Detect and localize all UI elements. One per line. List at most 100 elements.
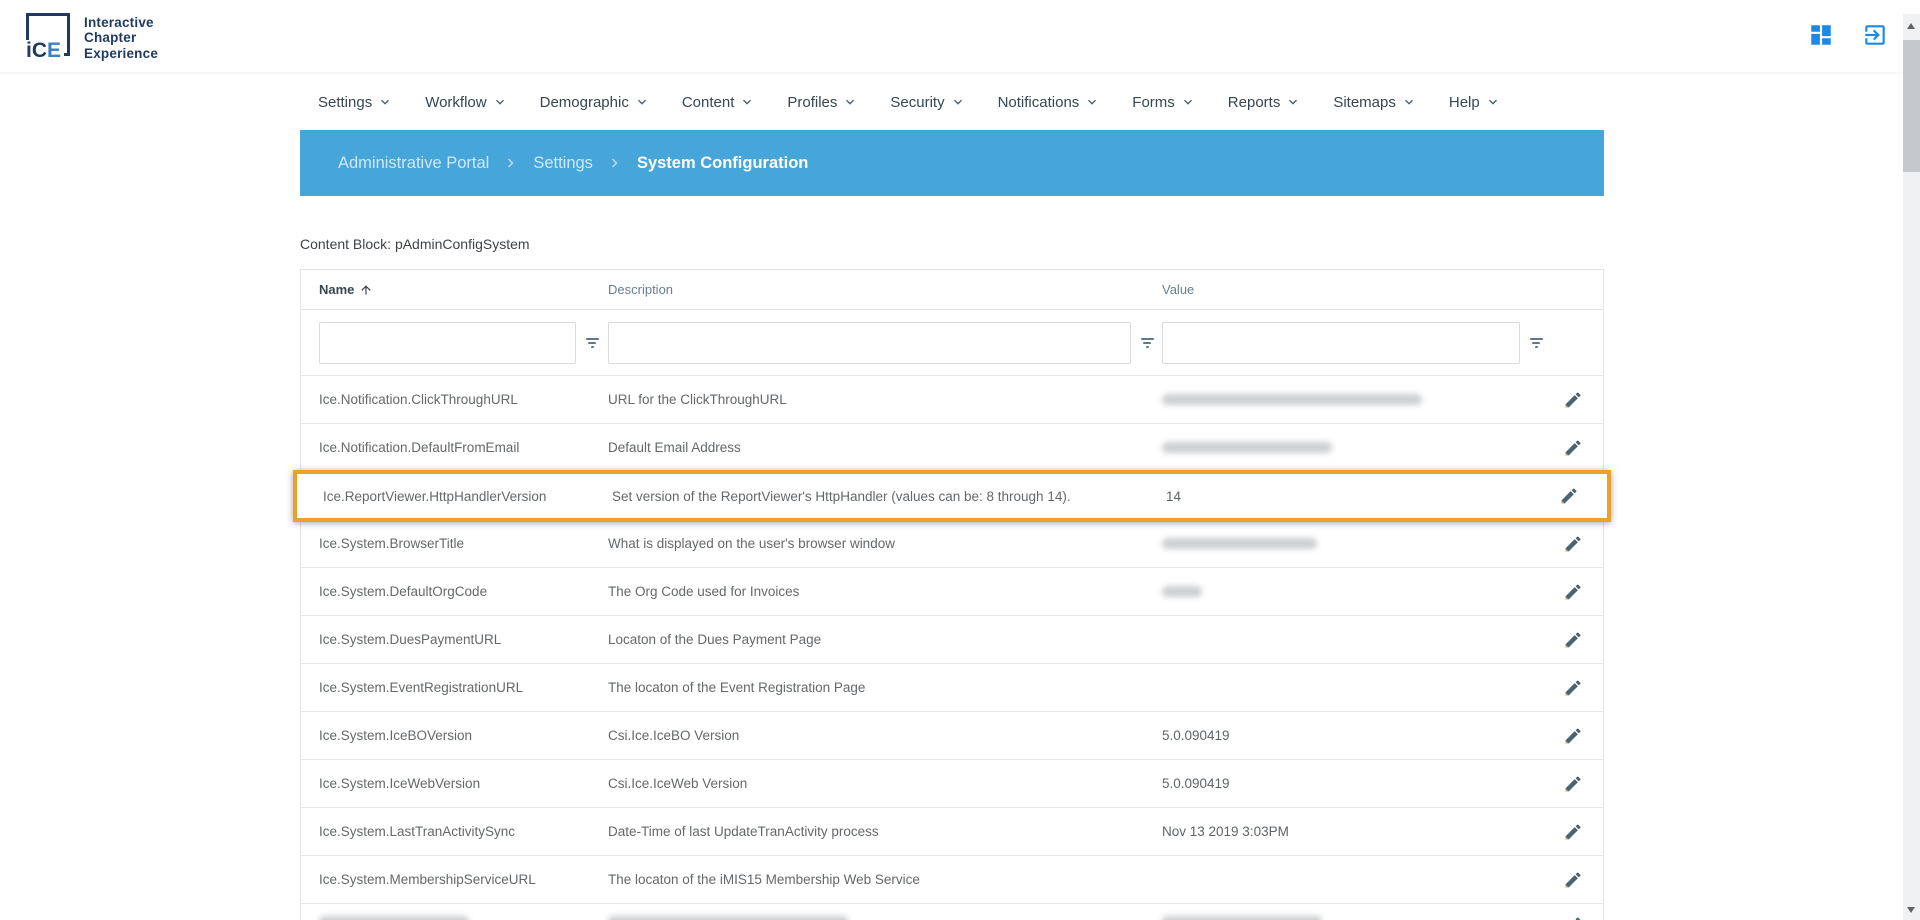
chevron-down-icon [1285,94,1301,110]
setting-description: Csi.Ice.IceWeb Version [608,776,1162,791]
table-body: Ice.Notification.ClickThroughURL URL for… [301,376,1603,920]
setting-value: 5.0.090419 [1162,776,1547,791]
column-header-description-label: Description [608,282,673,297]
nav-item-settings[interactable]: Settings [318,94,393,111]
nav-item-notifications[interactable]: Notifications [998,94,1101,111]
table-row: Ice.System.IceWebVersion Csi.Ice.IceWeb … [301,760,1603,808]
setting-value: 14 [1166,489,1551,504]
chevron-down-icon [950,94,966,110]
nav-item-content[interactable]: Content [682,94,756,111]
setting-value [1162,394,1547,405]
main-content: Content Block: pAdminConfigSystem Name D… [300,236,1604,920]
nav-item-reports[interactable]: Reports [1228,94,1302,111]
nav-item-demographic[interactable]: Demographic [540,94,650,111]
edit-pencil-icon[interactable] [1563,774,1583,794]
edit-pencil-icon[interactable] [1559,486,1579,506]
row-actions [1547,390,1603,410]
logo-mark: iCE [26,40,64,61]
edit-pencil-icon[interactable] [1563,582,1583,602]
setting-description: Locaton of the Dues Payment Page [608,632,1162,647]
nav-item-label: Content [682,94,735,111]
filter-icon[interactable] [585,337,599,349]
table-row: Ice.System.LastTranActivitySync Date-Tim… [301,808,1603,856]
value-filter-input[interactable] [1162,322,1520,364]
breadcrumb: Administrative Portal Settings System Co… [300,130,1604,196]
filter-icon[interactable] [1529,337,1543,349]
edit-pencil-icon[interactable] [1563,438,1583,458]
nav-item-security[interactable]: Security [890,94,965,111]
nav-item-label: Profiles [787,94,837,111]
edit-pencil-icon[interactable] [1563,822,1583,842]
row-actions [1547,726,1603,746]
setting-name [319,904,608,920]
scrollbar-thumb[interactable] [1903,40,1920,172]
chevron-right-icon [606,154,624,172]
redacted-value [1162,916,1322,920]
redacted-value [1162,394,1422,405]
row-actions [1547,630,1603,650]
app-logo[interactable]: iCE Interactive Chapter Experience [26,13,158,61]
edit-pencil-icon[interactable] [1563,870,1583,890]
setting-description: The locaton of the Event Registration Pa… [608,680,1162,695]
table-row: Ice.System.IceBOVersion Csi.Ice.IceBO Ve… [301,712,1603,760]
setting-description: URL for the ClickThroughURL [608,392,1162,407]
apps-grid-icon[interactable] [1808,22,1834,48]
table-row: Ice.System.BrowserTitle What is displaye… [301,520,1603,568]
column-header-value-label: Value [1162,282,1194,297]
nav-item-label: Security [890,94,944,111]
nav-item-profiles[interactable]: Profiles [787,94,858,111]
sign-out-icon[interactable] [1862,22,1888,48]
setting-value [1162,904,1547,920]
setting-description: What is displayed on the user's browser … [608,536,1162,551]
scroll-up-arrow[interactable] [1907,23,1915,29]
edit-pencil-icon[interactable] [1563,390,1583,410]
edit-pencil-icon[interactable] [1563,726,1583,746]
table-row: Ice.ReportViewer.HttpHandlerVersion Set … [293,470,1611,522]
breadcrumb-item-settings[interactable]: Settings [533,154,593,173]
nav-item-label: Forms [1132,94,1175,111]
nav-item-label: Help [1449,94,1480,111]
column-header-name-label: Name [319,282,354,297]
config-table: Name Description Value [300,269,1604,920]
nav-item-workflow[interactable]: Workflow [425,94,507,111]
nav-item-forms[interactable]: Forms [1132,94,1196,111]
edit-pencil-icon[interactable] [1563,915,1583,920]
filter-icon[interactable] [1140,337,1154,349]
setting-name: Ice.System.IceBOVersion [319,728,608,743]
breadcrumb-item-administrative-portal[interactable]: Administrative Portal [338,154,489,173]
nav-item-label: Workflow [425,94,486,111]
table-row: Ice.Notification.DefaultFromEmail Defaul… [301,424,1603,472]
scroll-down-arrow[interactable] [1907,907,1915,913]
row-actions [1547,438,1603,458]
edit-pencil-icon[interactable] [1563,630,1583,650]
nav-item-sitemaps[interactable]: Sitemaps [1333,94,1417,111]
description-filter-input[interactable] [608,322,1131,364]
nav-item-label: Reports [1228,94,1281,111]
edit-pencil-icon[interactable] [1563,678,1583,698]
column-header-value[interactable]: Value [1162,282,1603,297]
setting-name: Ice.System.EventRegistrationURL [319,680,608,695]
table-row [301,904,1603,920]
setting-name: Ice.System.IceWebVersion [319,776,608,791]
chevron-down-icon [842,94,858,110]
nav-item-label: Demographic [540,94,629,111]
setting-name: Ice.System.BrowserTitle [319,536,608,551]
setting-name: Ice.System.DefaultOrgCode [319,584,608,599]
setting-name: Ice.System.MembershipServiceURL [319,872,608,887]
content-block-label: Content Block: pAdminConfigSystem [300,236,1604,252]
table-row: Ice.System.DuesPaymentURL Locaton of the… [301,616,1603,664]
chevron-down-icon [634,94,650,110]
vertical-scrollbar[interactable] [1903,14,1920,920]
nav-item-help[interactable]: Help [1449,94,1501,111]
row-actions [1547,870,1603,890]
app-header: iCE Interactive Chapter Experience [0,0,1920,72]
table-row: Ice.Notification.ClickThroughURL URL for… [301,376,1603,424]
name-filter-input[interactable] [319,322,576,364]
column-header-description[interactable]: Description [608,282,1162,297]
row-actions [1547,904,1603,920]
logo-title: Interactive Chapter Experience [84,13,158,61]
column-header-name[interactable]: Name [319,282,608,297]
redacted-value [1162,538,1317,549]
setting-name: Ice.System.LastTranActivitySync [319,824,608,839]
edit-pencil-icon[interactable] [1563,534,1583,554]
